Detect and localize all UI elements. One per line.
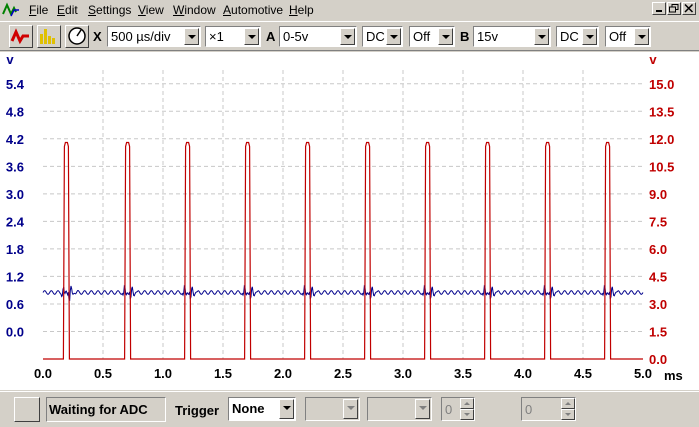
y-right-tick-label: 7.5 <box>649 214 667 229</box>
y-right-tick-label: 10.5 <box>649 159 674 174</box>
chevron-down-icon[interactable] <box>438 28 453 45</box>
spectrum-mode-button[interactable] <box>37 25 61 48</box>
y-left-tick-label: 5.4 <box>6 77 25 92</box>
chevron-down-icon[interactable] <box>582 28 597 45</box>
close-icon <box>684 3 694 13</box>
trigger-direction-select[interactable] <box>367 397 432 421</box>
chevron-down-icon[interactable] <box>634 28 649 45</box>
menu-bar: File Edit Settings View Window Automotiv… <box>0 0 699 20</box>
close-button[interactable] <box>682 2 696 15</box>
y-right-tick-label: 1.5 <box>649 324 667 339</box>
y-left-tick-label: 0.6 <box>6 297 24 312</box>
oscilloscope-plot[interactable]: 0.0 0.5 1.0 1.5 2.0 2.5 3.0 3.5 4.0 4.5 5.0 ms 0.0 0.… <box>0 52 699 390</box>
trigger-mode-select[interactable]: None <box>228 397 296 421</box>
y-right-unit-label: v <box>649 52 657 67</box>
x-tick-label: 2.5 <box>334 366 352 381</box>
chevron-down-icon[interactable] <box>386 28 401 45</box>
restore-icon <box>669 4 679 13</box>
y-left-tick-label: 4.2 <box>6 132 24 147</box>
y-right-tick-label: 9.0 <box>649 187 667 202</box>
spin-down-icon[interactable] <box>460 409 474 420</box>
channel-a-coupling-select[interactable]: DC <box>362 26 403 47</box>
y-right-tick-label: 0.0 <box>649 352 667 367</box>
x-tick-label: 0.5 <box>94 366 112 381</box>
channel-a-range-select[interactable]: 0-5v <box>279 26 357 47</box>
menu-help[interactable]: Help <box>289 3 314 17</box>
channel-a-label: A <box>266 29 276 44</box>
chevron-down-icon[interactable] <box>534 28 549 45</box>
spectrum-bars-icon <box>40 29 55 44</box>
menu-file[interactable]: File <box>29 3 48 17</box>
x-tick-label: 1.0 <box>154 366 172 381</box>
y-left-tick-label: 3.0 <box>6 187 24 202</box>
restore-button[interactable] <box>667 2 681 15</box>
spin-up-icon[interactable] <box>460 398 474 409</box>
x-tick-label: 5.0 <box>634 366 652 381</box>
minimize-icon <box>656 10 662 12</box>
y-left-tick-label: 2.4 <box>6 214 25 229</box>
toolbar: X 500 µs/div ×1 A 0-5v DC Off B 15v DC O… <box>0 21 699 51</box>
y-right-tick-label: 15.0 <box>649 77 674 92</box>
meter-mode-button[interactable] <box>65 25 89 48</box>
chevron-down-icon[interactable] <box>340 28 355 45</box>
y-right-tick-label: 6.0 <box>649 242 667 257</box>
channel-b-trace <box>43 141 643 360</box>
y-left-tick-label: 1.8 <box>6 242 24 257</box>
y-left-tick-label: 0.0 <box>6 324 24 339</box>
y-right-tick-label: 3.0 <box>649 297 667 312</box>
y-left-tick-label: 3.6 <box>6 159 24 174</box>
waveform-chart[interactable]: 0.0 0.5 1.0 1.5 2.0 2.5 3.0 3.5 4.0 4.5 5.0 ms0.00.… <box>0 52 699 390</box>
menu-automotive[interactable]: Automotive <box>223 3 283 17</box>
menu-view[interactable]: View <box>138 3 164 17</box>
chevron-down-icon[interactable] <box>415 399 430 419</box>
x-tick-label: 3.5 <box>454 366 472 381</box>
channel-b-option-select[interactable]: Off <box>605 26 651 47</box>
chevron-down-icon[interactable] <box>244 28 259 45</box>
x-unit-label: ms <box>664 368 683 383</box>
trigger-label: Trigger <box>175 403 220 418</box>
spin-down-icon[interactable] <box>561 409 575 420</box>
meter-gauge-icon <box>68 27 86 45</box>
status-bar: Waiting for ADC Trigger None 0 0 <box>0 391 699 427</box>
channel-b-coupling-select[interactable]: DC <box>556 26 599 47</box>
timebase-select[interactable]: 500 µs/div <box>107 26 201 47</box>
scope-mode-button[interactable] <box>9 25 33 48</box>
trigger-delay-spinner[interactable]: 0 <box>521 397 576 421</box>
y-right-tick-label: 4.5 <box>649 269 667 284</box>
chevron-down-icon[interactable] <box>343 399 358 419</box>
y-left-tick-label: 1.2 <box>6 269 24 284</box>
status-text: Waiting for ADC <box>46 397 166 422</box>
y-right-tick-label: 13.5 <box>649 104 674 119</box>
x-tick-label: 2.0 <box>274 366 292 381</box>
start-stop-button[interactable] <box>14 397 40 422</box>
x-tick-label: 4.0 <box>514 366 532 381</box>
channel-b-range-select[interactable]: 15v <box>473 26 551 47</box>
minimize-button[interactable] <box>652 2 666 15</box>
menu-edit[interactable]: Edit <box>57 3 78 17</box>
menu-settings[interactable]: Settings <box>88 3 131 17</box>
x-tick-label: 4.5 <box>574 366 592 381</box>
trigger-channel-select[interactable] <box>305 397 360 421</box>
y-left-tick-label: 4.8 <box>6 104 24 119</box>
chevron-down-icon[interactable] <box>184 28 199 45</box>
y-right-tick-label: 12.0 <box>649 132 674 147</box>
menu-window[interactable]: Window <box>173 3 216 17</box>
chevron-down-icon[interactable] <box>279 399 294 419</box>
picoscope-app-icon[interactable] <box>2 2 20 18</box>
x-tick-label: 1.5 <box>214 366 232 381</box>
x-tick-label: 3.0 <box>394 366 412 381</box>
x-tick-label: 0.0 <box>34 366 52 381</box>
y-left-unit-label: v <box>6 52 14 67</box>
spin-up-icon[interactable] <box>561 398 575 409</box>
trigger-level-spinner[interactable]: 0 <box>441 397 475 421</box>
scope-wave-icon <box>10 28 29 45</box>
timebase-label: X <box>93 29 102 44</box>
multiplier-select[interactable]: ×1 <box>205 26 261 47</box>
channel-a-option-select[interactable]: Off <box>409 26 455 47</box>
channel-b-label: B <box>460 29 470 44</box>
